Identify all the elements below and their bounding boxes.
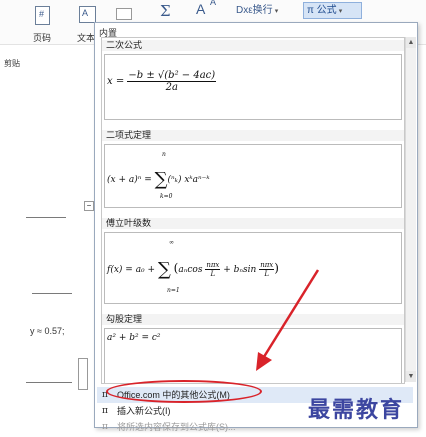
watermark-text: 最需教育 (308, 397, 405, 423)
annotation-arrow (256, 269, 320, 371)
annotation-highlight-ellipse (106, 380, 262, 403)
